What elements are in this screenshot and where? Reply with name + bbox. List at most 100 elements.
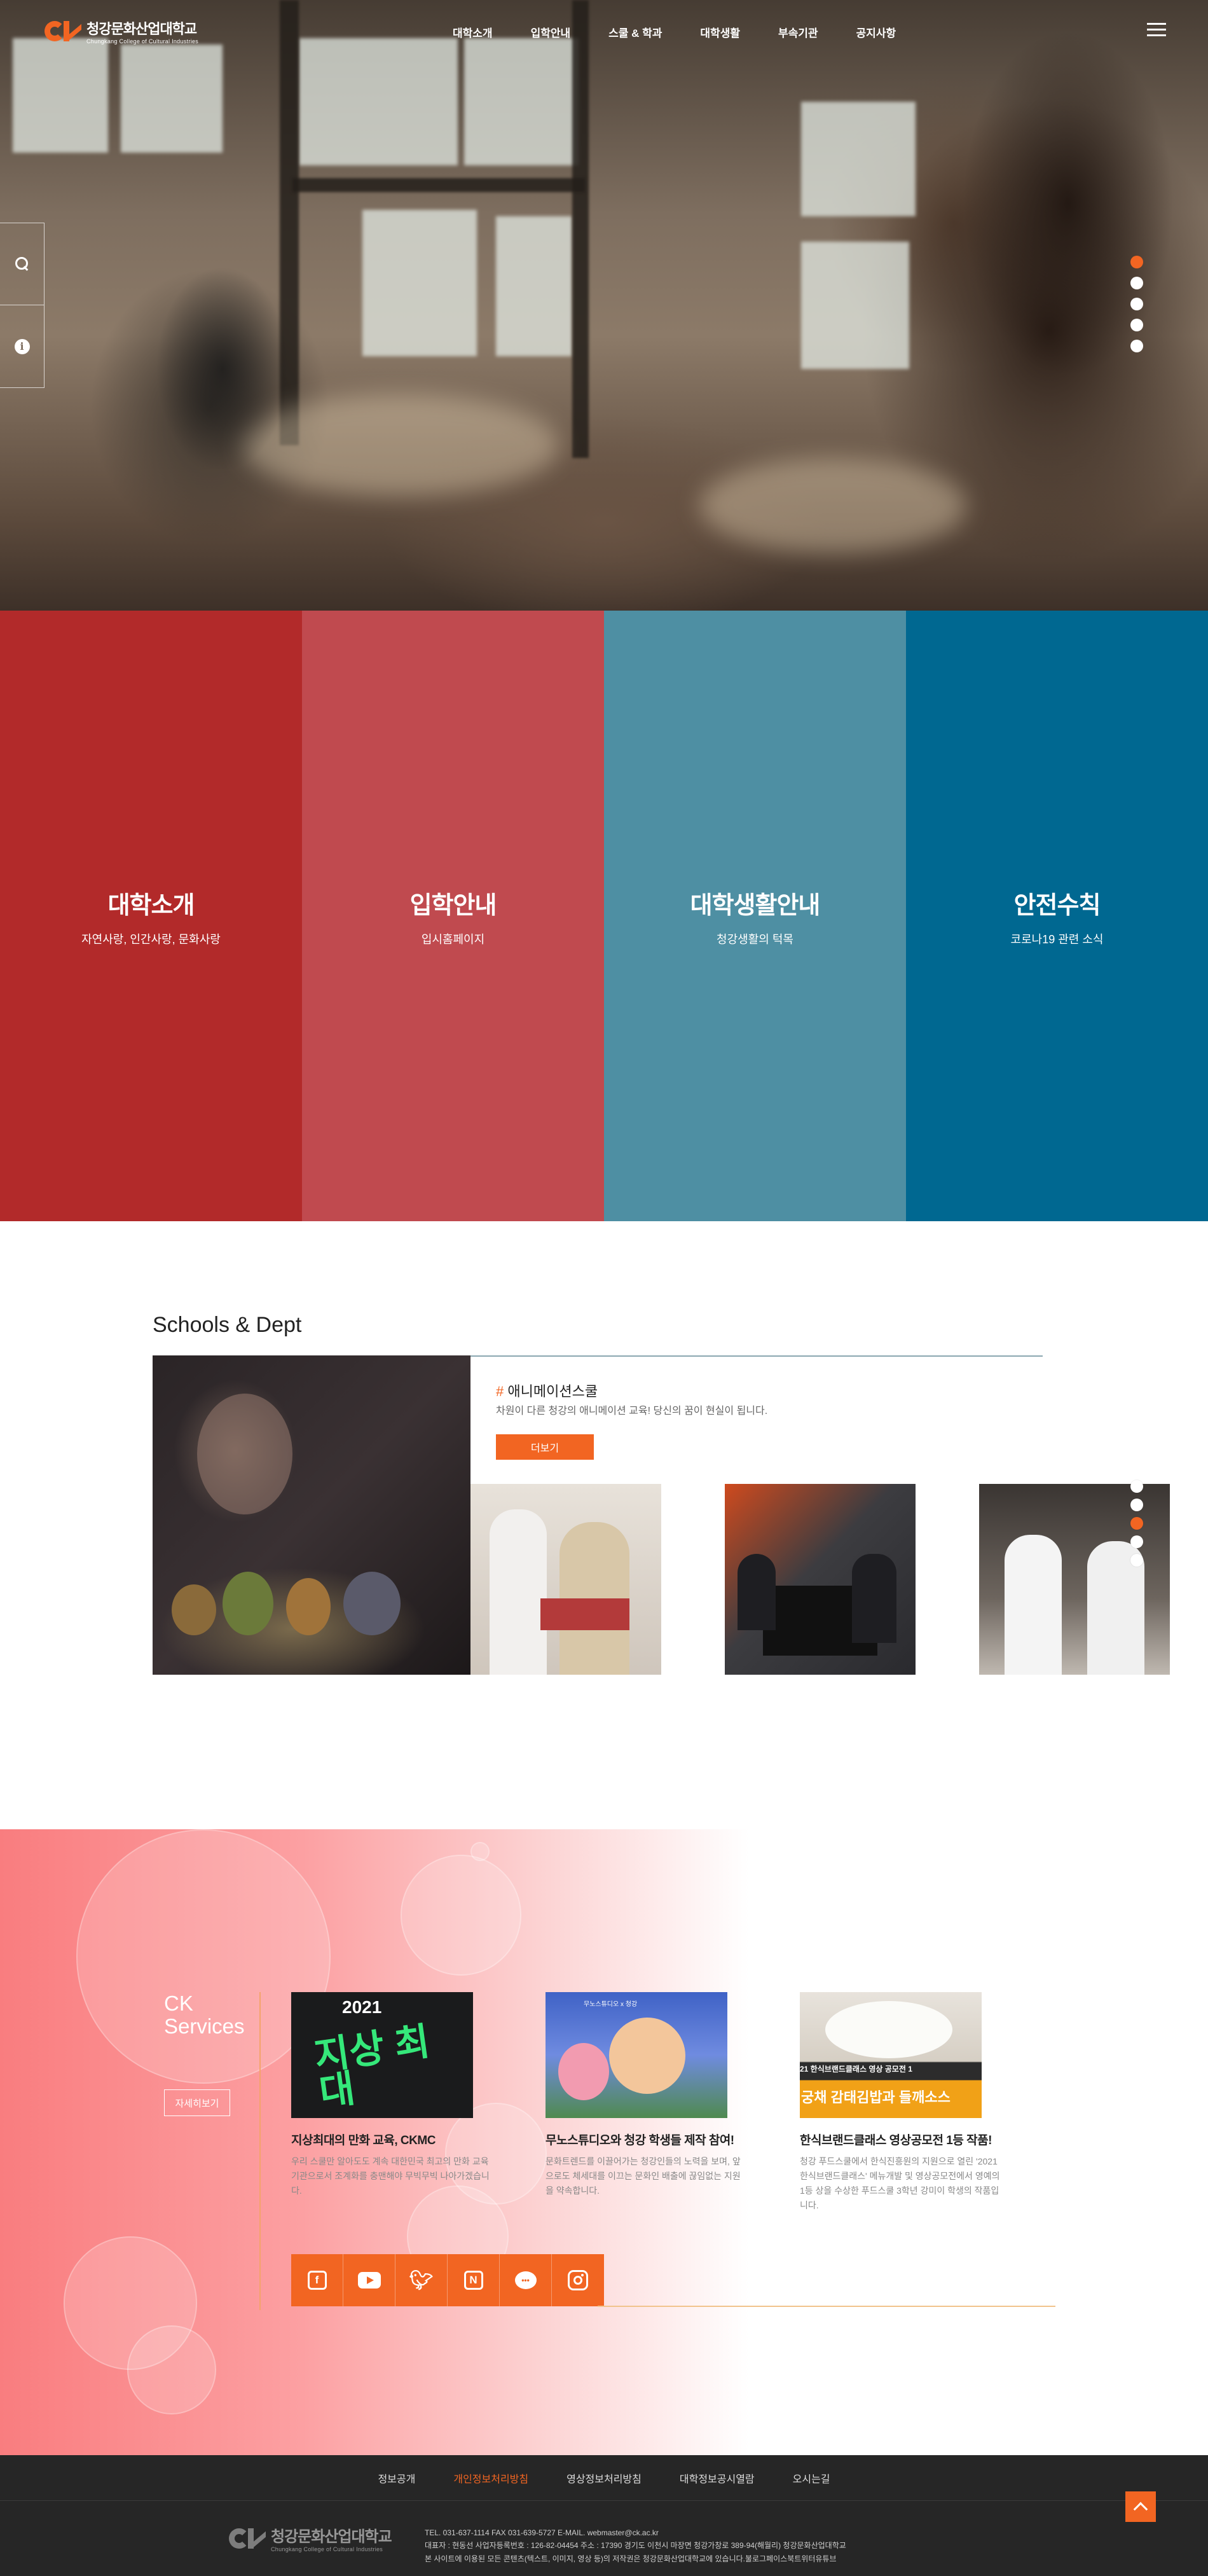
panel-title: 안전수칙 [1013,892,1101,919]
sns-divider [598,2306,1055,2307]
logo-text-en: Chungkang College of Cultural Industries [86,38,199,45]
panel-safety[interactable]: 안전수칙 코로나19 관련 소식 [906,611,1208,1221]
service-card-title: 한식브랜드클래스 영상공모전 1등 작품! [800,2134,992,2147]
image-detail [825,2001,952,2058]
image-text: 2021 [342,1997,382,2017]
footer-contact: TEL. 031-637-1114 FAX 031-639-5727 E-MAI… [425,2528,659,2537]
nav-item-about[interactable]: 대학소개 [453,24,493,40]
services-title-line1: CK [164,1991,193,2015]
service-card-desc: 청강 푸드스쿨에서 한식진흥원의 지원으로 열린 '2021 한식브랜드클래스'… [800,2156,1000,2211]
service-card[interactable]: 21 한식브랜드클래스 영상 공모전 1 궁채 감태김밥과 들깨소스 한식브랜드… [800,1992,1001,2213]
services-title: CK Services [164,1991,245,2039]
image-detail [1005,1535,1062,1675]
hero-slide-dot[interactable] [1130,277,1143,289]
image-detail [738,1554,776,1630]
site-logo[interactable]: 청강문화산업대학교 Chungkang College of Cultural … [45,18,198,45]
scroll-top-button[interactable] [1125,2491,1156,2522]
school-slide-dot[interactable] [1130,1517,1143,1530]
image-text: 궁채 감태김밥과 들깨소스 [801,2089,951,2105]
ck-logo-icon [229,2526,266,2551]
featured-school-name: # 애니메이션스쿨 [496,1380,598,1401]
footer-address: 대표자 : 현동선 사업자등록번호 : 126-82-04454 주소 : 17… [425,2541,846,2551]
school-slide-dot[interactable] [1130,1480,1143,1493]
image-detail [540,1598,629,1630]
naver-icon: N [463,2271,483,2290]
image-detail [558,2043,609,2100]
image-text: 무노스튜디오 x 청강 [584,2001,638,2008]
hero-bg-window [801,102,916,216]
nav-item-notice[interactable]: 공지사항 [856,24,896,40]
panel-subtitle: 자연사랑, 인간사랑, 문화사랑 [81,932,221,946]
hero-slide-dot[interactable] [1130,298,1143,310]
featured-school-image[interactable] [153,1355,470,1675]
panel-admission[interactable]: 입학안내 입시홈페이지 [302,611,604,1221]
services-divider [259,1992,261,2310]
schools-divider [470,1355,1043,1357]
school-slide-dot[interactable] [1130,1535,1143,1548]
panel-subtitle: 청강생활의 턱목 [717,932,793,946]
kakaotalk-link[interactable]: ••• [500,2254,552,2306]
hero-banner [0,0,1208,611]
menu-hamburger-icon[interactable] [1147,23,1166,38]
sns-links: f 🐦︎ N ••• [291,2254,604,2306]
service-card-desc: 우리 스쿨만 알아도도 계속 대한민국 최고의 만화 교육 기관으로서 조계화를… [291,2156,490,2196]
service-card[interactable]: 2021 지상 최대 지상최대의 만화 교육, CKMC 우리 스쿨만 알아도도… [291,1992,492,2198]
more-button[interactable]: 더보기 [496,1434,594,1460]
service-card[interactable]: 무노스튜디오 x 청강 무노스튜디오와 청강 학생들 제작 참여! 문화트렌드를… [546,1992,746,2198]
hero-bg-person [127,229,318,509]
hero-slide-dot[interactable] [1130,319,1143,331]
panel-about[interactable]: 대학소개 자연사랑, 인간사랑, 문화사랑 [0,611,302,1221]
school-thumb[interactable] [470,1484,661,1675]
decorative-bubble [470,1842,490,1861]
nav-item-campus-life[interactable]: 대학생활 [700,24,740,40]
image-detail [343,1572,401,1635]
info-button[interactable]: i [0,305,45,388]
service-card-image: 무노스튜디오 x 청강 [546,1992,727,2118]
search-button[interactable] [0,223,45,305]
twitter-link[interactable]: 🐦︎ [395,2254,448,2306]
school-slide-dot[interactable] [1130,1554,1143,1567]
nav-item-schools[interactable]: 스쿨 & 학과 [608,24,662,40]
naver-link[interactable]: N [448,2254,500,2306]
school-slide-dot[interactable] [1130,1499,1143,1511]
service-card-title: 무노스튜디오와 청강 학생들 제작 참여! [546,2134,734,2147]
hero-slide-dot[interactable] [1130,256,1143,268]
services-detail-button[interactable]: 자세히보기 [164,2089,230,2116]
panel-subtitle: 입시홈페이지 [421,932,485,946]
panel-campus-life[interactable]: 대학생활안내 청강생활의 턱목 [604,611,906,1221]
facebook-link[interactable]: f [291,2254,343,2306]
image-detail [776,1497,916,1535]
twitter-icon: 🐦︎ [409,2269,434,2292]
footer-link-video-policy[interactable]: 영상정보처리방침 [566,2470,642,2486]
school-thumb[interactable] [725,1484,916,1675]
panel-title: 대학소개 [107,892,195,919]
site-footer: 정보공개 개인정보처리방침 영상정보처리방침 대학정보공시열람 오시는길 청강문… [0,2455,1208,2576]
youtube-icon [357,2272,381,2289]
footer-link-directions[interactable]: 오시는길 [793,2470,830,2486]
service-card-image: 21 한식브랜드클래스 영상 공모전 1 궁채 감태김밥과 들깨소스 [800,1992,982,2118]
kakaotalk-icon: ••• [514,2271,537,2289]
panel-title: 대학생활안내 [690,892,821,919]
hero-slider-pagination [1130,256,1144,361]
footer-copyright: 본 사이트에 이용된 모든 콘텐츠(텍스트, 이미지, 영상 등)의 저작권은 … [425,2554,837,2563]
quick-panels: 대학소개 자연사랑, 인간사랑, 문화사랑 입학안내 입시홈페이지 대학생활안내… [0,611,1208,1221]
footer-link-privacy[interactable]: 개인정보처리방침 [453,2470,528,2486]
hero-bg-window [496,216,572,356]
hero-slide-dot[interactable] [1130,340,1143,352]
instagram-link[interactable] [552,2254,604,2306]
youtube-link[interactable] [343,2254,395,2306]
footer-logo: 청강문화산업대학교 Chungkang College of Cultural … [229,2524,392,2552]
footer-links: 정보공개 개인정보처리방침 영상정보처리방침 대학정보공시열람 오시는길 [0,2455,1208,2501]
panel-title: 입학안내 [409,892,497,919]
nav-item-admission[interactable]: 입학안내 [531,24,571,40]
footer-link-disclosure-view[interactable]: 대학정보공시열람 [680,2470,755,2486]
services-title-line2: Services [164,2014,245,2039]
image-detail [490,1509,547,1675]
footer-logo-kr: 청강문화산업대학교 [271,2528,392,2545]
service-card-title: 지상최대의 만화 교육, CKMC [291,2134,436,2147]
footer-info: TEL. 031-637-1114 FAX 031-639-5727 E-MAI… [425,2526,908,2565]
ck-logo-icon [45,18,81,44]
nav-item-institutions[interactable]: 부속기관 [778,24,818,40]
footer-link-info-disclosure[interactable]: 정보공개 [378,2470,415,2486]
image-detail [852,1554,896,1643]
